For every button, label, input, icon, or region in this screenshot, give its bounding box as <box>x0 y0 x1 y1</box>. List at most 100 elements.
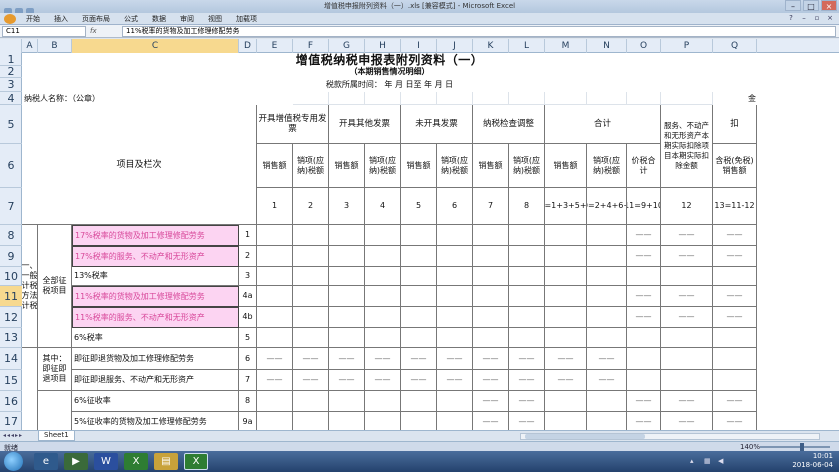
value-cell[interactable] <box>473 286 509 307</box>
value-cell[interactable] <box>257 246 293 267</box>
value-cell[interactable] <box>401 412 437 430</box>
column-header-b[interactable]: B <box>38 39 72 53</box>
item-number[interactable]: 4a <box>239 286 257 307</box>
column-number[interactable]: 6 <box>437 188 473 225</box>
minimize-button[interactable]: – <box>785 0 801 11</box>
row-header-17[interactable]: 17 <box>0 412 22 430</box>
start-button[interactable] <box>4 452 23 471</box>
item-number[interactable]: 7 <box>239 370 257 391</box>
section-all-taxable[interactable]: 全部征税项目 <box>38 225 72 348</box>
row-header-6[interactable]: 6 <box>0 144 22 188</box>
value-cell[interactable] <box>509 225 545 246</box>
column-header-o[interactable]: O <box>627 39 661 53</box>
value-cell[interactable] <box>329 267 365 286</box>
group-header[interactable]: 未开具发票 <box>401 105 473 144</box>
column-header-l[interactable]: L <box>509 39 545 53</box>
value-cell[interactable] <box>587 267 627 286</box>
dash-cell[interactable]: —— <box>509 412 545 430</box>
dash-cell[interactable]: —— <box>713 246 757 267</box>
value-cell[interactable] <box>661 348 713 370</box>
column-header-j[interactable]: J <box>437 39 473 53</box>
dash-cell[interactable]: —— <box>473 391 509 412</box>
dash-cell[interactable]: —— <box>365 348 401 370</box>
tax-period[interactable]: 税款所属时间： 年 月 日至 年 月 日 <box>22 78 757 92</box>
ribbon-minimize-icon[interactable]: – <box>799 14 809 23</box>
column-header-a[interactable]: A <box>22 39 38 53</box>
value-cell[interactable] <box>587 307 627 328</box>
value-cell[interactable] <box>627 267 661 286</box>
value-cell[interactable] <box>365 246 401 267</box>
value-cell[interactable] <box>365 328 401 348</box>
column-header-e[interactable]: E <box>257 39 293 53</box>
value-cell[interactable] <box>473 225 509 246</box>
value-cell[interactable] <box>437 307 473 328</box>
value-cell[interactable] <box>627 328 661 348</box>
sheet-nav-arrows[interactable]: ◂◂◂▸▸ <box>3 432 23 439</box>
value-cell[interactable] <box>329 225 365 246</box>
scroll-thumb[interactable] <box>525 434 645 439</box>
value-cell[interactable] <box>509 307 545 328</box>
value-cell[interactable] <box>365 307 401 328</box>
dash-cell[interactable]: —— <box>661 391 713 412</box>
value-cell[interactable] <box>587 391 627 412</box>
group-header[interactable]: 开具增值税专用发票 <box>257 105 329 144</box>
tab-review[interactable]: 审阅 <box>180 14 194 24</box>
group-header[interactable]: 纳税检查调整 <box>473 105 545 144</box>
value-cell[interactable] <box>437 267 473 286</box>
item-label[interactable]: 即征即退货物及加工修理修配劳务 <box>72 348 239 370</box>
dash-cell[interactable]: —— <box>545 370 587 391</box>
value-cell[interactable] <box>587 286 627 307</box>
column-header-m[interactable]: M <box>545 39 587 53</box>
value-cell[interactable] <box>365 412 401 430</box>
value-cell[interactable] <box>661 328 713 348</box>
grid-cell[interactable] <box>437 92 473 105</box>
sub-header[interactable]: 销售额 <box>473 144 509 188</box>
grid-cell[interactable] <box>545 92 587 105</box>
sub-header[interactable]: 销项(应纳)税额 <box>365 144 401 188</box>
value-cell[interactable] <box>473 246 509 267</box>
value-cell[interactable] <box>293 246 329 267</box>
value-cell[interactable] <box>509 246 545 267</box>
value-cell[interactable] <box>473 328 509 348</box>
value-cell[interactable] <box>713 267 757 286</box>
section-continued[interactable] <box>22 348 38 430</box>
value-cell[interactable] <box>293 412 329 430</box>
value-cell[interactable] <box>661 267 713 286</box>
value-cell[interactable] <box>437 391 473 412</box>
value-cell[interactable] <box>257 225 293 246</box>
dash-cell[interactable]: —— <box>627 246 661 267</box>
excel-active-icon[interactable]: X <box>184 453 208 470</box>
items-header[interactable]: 项目及栏次 <box>22 105 257 225</box>
column-number[interactable]: 9=1+3+5+7 <box>545 188 587 225</box>
dash-cell[interactable]: —— <box>545 348 587 370</box>
sheet-subtitle[interactable]: （本期销售情况明细） <box>22 66 757 78</box>
item-label[interactable]: 17%税率的货物及加工修理修配劳务 <box>72 225 239 246</box>
spreadsheet-grid[interactable]: ABCDEFGHIJKLMNOPQ 1 2 3 4 5 6 7 8 9 10 11 12 13 14 15 1… <box>0 39 839 430</box>
value-cell[interactable] <box>365 391 401 412</box>
dash-cell[interactable]: —— <box>329 370 365 391</box>
dash-cell[interactable]: —— <box>627 225 661 246</box>
item-label[interactable]: 6%税率 <box>72 328 239 348</box>
column-header-f[interactable]: F <box>293 39 329 53</box>
column-number[interactable]: 13=11-12 <box>713 188 757 225</box>
dash-cell[interactable]: —— <box>365 370 401 391</box>
column-header-p[interactable]: P <box>661 39 713 53</box>
dash-cell[interactable]: —— <box>401 370 437 391</box>
tab-data[interactable]: 数据 <box>152 14 166 24</box>
group-header[interactable]: 开具其他发票 <box>329 105 401 144</box>
column-number[interactable]: 2 <box>293 188 329 225</box>
clock[interactable]: 10:01 2018-06-04 <box>792 452 833 470</box>
name-box[interactable]: C11 <box>2 26 86 37</box>
sub-header[interactable]: 销售额 <box>257 144 293 188</box>
item-label[interactable]: 11%税率的服务、不动产和无形资产 <box>72 307 239 328</box>
row-header-3[interactable]: 3 <box>0 78 22 92</box>
item-number[interactable]: 4b <box>239 307 257 328</box>
value-cell[interactable] <box>257 328 293 348</box>
value-cell[interactable] <box>473 307 509 328</box>
column-number[interactable]: 4 <box>365 188 401 225</box>
value-cell[interactable] <box>329 412 365 430</box>
row-header-14[interactable]: 14 <box>0 348 22 370</box>
dash-cell[interactable]: —— <box>713 412 757 430</box>
value-cell[interactable] <box>587 246 627 267</box>
dash-cell[interactable]: —— <box>257 370 293 391</box>
